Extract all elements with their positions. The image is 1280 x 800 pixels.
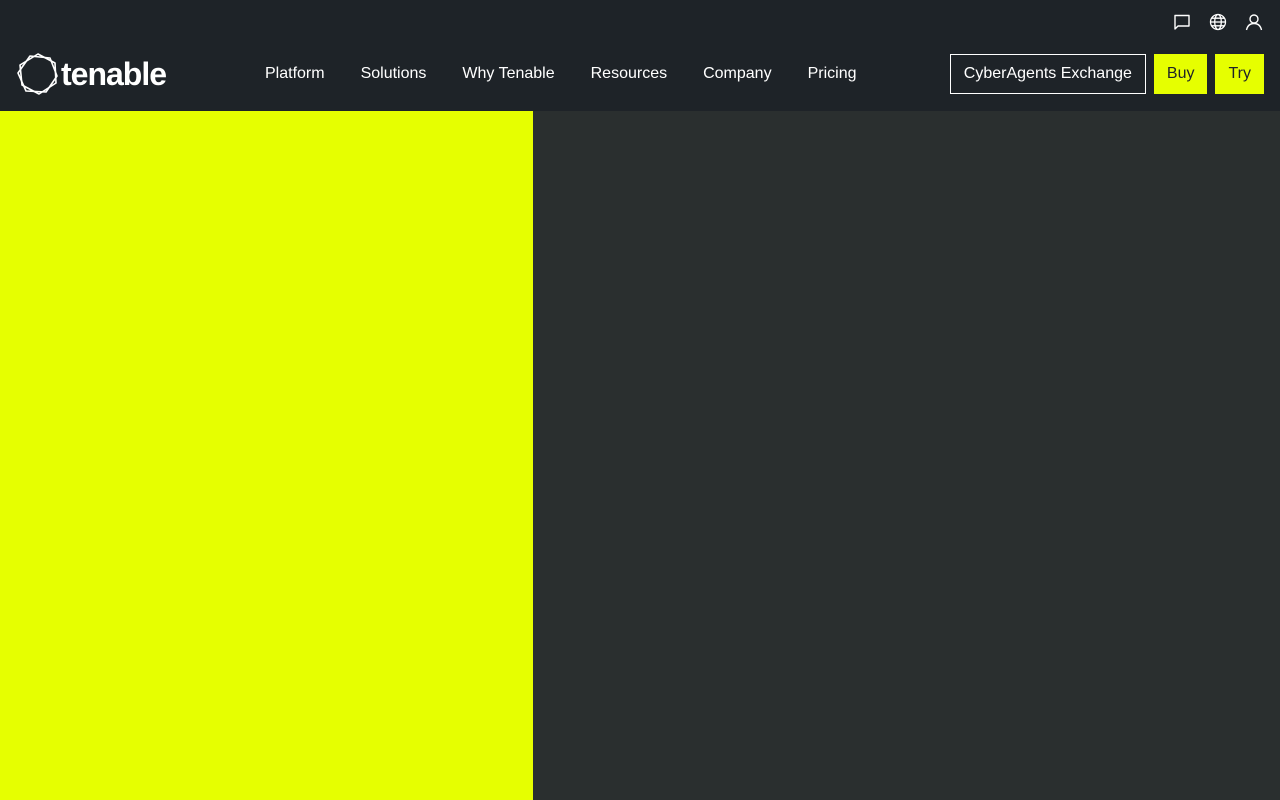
nav-item-why-tenable[interactable]: Why Tenable — [462, 62, 554, 86]
hero-accent-panel — [0, 111, 533, 800]
utility-bar — [1172, 10, 1264, 34]
hero-dark-panel — [533, 111, 1280, 800]
user-icon — [1245, 14, 1263, 31]
language-button[interactable] — [1208, 10, 1228, 34]
brand-name: tenable — [61, 56, 167, 92]
nav-item-resources[interactable]: Resources — [591, 62, 667, 86]
try-button[interactable]: Try — [1215, 54, 1264, 94]
nav-item-platform[interactable]: Platform — [265, 62, 325, 86]
nav-item-solutions[interactable]: Solutions — [361, 62, 427, 86]
nav-item-pricing[interactable]: Pricing — [808, 62, 857, 86]
chat-icon — [1174, 14, 1190, 30]
site-header: tenable Platform Solutions Why Tenable R… — [0, 0, 1280, 111]
cyberagents-exchange-button[interactable]: CyberAgents Exchange — [949, 54, 1146, 94]
hexagon-logo-icon — [17, 53, 58, 95]
header-actions: CyberAgents Exchange Buy Try — [949, 54, 1264, 94]
account-button[interactable] — [1244, 10, 1264, 34]
main-nav: Platform Solutions Why Tenable Resources… — [265, 62, 856, 86]
contact-button[interactable] — [1172, 10, 1192, 34]
buy-button[interactable]: Buy — [1153, 54, 1208, 94]
globe-icon — [1209, 13, 1227, 31]
nav-item-company[interactable]: Company — [703, 62, 771, 86]
tenable-logo[interactable]: tenable — [16, 52, 167, 96]
